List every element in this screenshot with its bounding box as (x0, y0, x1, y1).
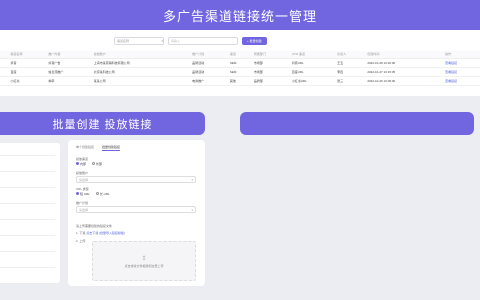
radio-dot-icon (92, 162, 96, 165)
url-type-label: URL 类型 (76, 187, 89, 191)
upload-dropzone[interactable]: ⇪ 点击或将文件拖拽到这里上传 (92, 241, 196, 281)
table-cell: 2022-10-27 10:15:35 (364, 67, 443, 77)
account-label: 投放账户 (76, 171, 89, 175)
column-header: 负责人 (334, 51, 365, 59)
column-header: 操作 (442, 51, 480, 59)
table-row[interactable]: 百度 信息流推广 北京某科技公司 品牌活动 SEM 市场部 百度URL 李四 2022-10-2… (0, 67, 480, 77)
column-header: 投放账户 (90, 51, 190, 59)
upload-icon: ⇪ (141, 255, 147, 262)
table-cell: 百度 (7, 67, 46, 77)
table-cell: 抖音 (7, 58, 46, 68)
tab-batch-create[interactable]: 批量创建链接 (102, 145, 121, 151)
batch-create-banner: 批量创建 投放链接 (0, 112, 205, 135)
table-cell: 品牌活动 (189, 58, 227, 68)
column-header: 创建时间 (364, 51, 443, 59)
link-table-panel: 渠道名称 ▾ 请输入 + 批量创建 渠道名称 推广内容 投放账户 推广计划 渠道 所属部门… (0, 30, 480, 96)
divider (0, 219, 55, 220)
table-cell: 李四 (334, 67, 365, 77)
table-cell: SEM (226, 67, 251, 77)
table-cell (0, 58, 8, 68)
column-header: UTM 渠道 (288, 51, 335, 59)
create-link-dialog: 单个创建链接 批量创建链接 投放渠道 内部 外部 投放账户 请选择 ▾ URL … (68, 140, 205, 286)
view-link-action[interactable]: 查看链接 (442, 58, 480, 68)
column-header: 所属部门 (250, 51, 289, 59)
table-cell: 品牌部 (250, 76, 289, 86)
upload-file-label: 请上传需要创建的链接文件 (76, 224, 113, 228)
divider (0, 203, 55, 204)
column-header: 推广计划 (189, 51, 227, 59)
table-row[interactable]: 小红书 种草 某某公司 电商推广 其他 品牌部 小红书URL 张三 2022-10-26 10:… (0, 76, 480, 86)
plan-select[interactable]: 请选择 ▾ (76, 206, 196, 213)
table-cell: 信息流推广 (45, 67, 91, 77)
table-cell: 小红书URL (288, 76, 335, 86)
table-cell: 小红书 (7, 76, 46, 86)
view-link-action[interactable]: 查看链接 (442, 76, 480, 86)
upload-hint: 点击或将文件拖拽到这里上传 (124, 263, 164, 268)
batch-create-title: 批量创建 投放链接 (52, 118, 153, 131)
table-cell: 种草 (45, 76, 91, 86)
table-cell: 上海市某营销科技有限公司 (90, 58, 190, 68)
radio-external[interactable]: 外部 (92, 162, 102, 166)
table-cell (0, 67, 8, 77)
view-link-action[interactable]: 查看链接 (442, 67, 480, 77)
radio-dot-icon (95, 192, 99, 195)
table-cell: 市场部 (250, 67, 289, 77)
chevron-down-icon: ▾ (191, 177, 193, 182)
table-cell: 抖音广告 (45, 58, 91, 68)
radio-dot-icon (76, 192, 79, 195)
search-row: 渠道名称 ▾ 请输入 + 批量创建 (114, 37, 267, 45)
url-type-radio-group: 短 URL 长 URL (76, 192, 110, 196)
download-template-link[interactable]: 点击下载 (批量导入链接模板) (86, 231, 125, 235)
table-cell: 抖音URL (288, 58, 335, 68)
column-header (0, 51, 8, 59)
channel-label: 投放渠道 (76, 157, 89, 161)
divider (0, 251, 55, 252)
chevron-down-icon: ▾ (191, 207, 193, 212)
table-cell: 张三 (334, 76, 365, 86)
channel-radio-group: 内部 外部 (76, 162, 102, 166)
divider (0, 155, 55, 156)
table-cell: 市场部 (250, 58, 289, 68)
tab-single-create[interactable]: 单个创建链接 (76, 145, 94, 151)
divider (0, 235, 55, 236)
batch-create-button[interactable]: + 批量创建 (242, 37, 267, 45)
table-cell: 其他 (226, 76, 251, 86)
link-table: 渠道名称 推广内容 投放账户 推广计划 渠道 所属部门 UTM 渠道 负责人 创建时间 操作 抖音… (0, 51, 480, 86)
column-header: 渠道 (226, 51, 251, 59)
radio-short-url[interactable]: 短 URL (76, 192, 90, 196)
divider (0, 187, 55, 188)
radio-internal[interactable]: 内部 (76, 162, 86, 166)
table-cell: 王五 (334, 58, 365, 68)
table-header-row: 渠道名称 推广内容 投放账户 推广计划 渠道 所属部门 UTM 渠道 负责人 创建时间 操作 (0, 51, 480, 59)
plan-label: 推广计划 (76, 201, 89, 205)
column-header: 渠道名称 (7, 51, 46, 59)
page-title: 多广告渠道链接统一管理 (162, 8, 317, 24)
divider (0, 171, 55, 172)
table-cell: 2022-10-28 10:40:00 (364, 58, 443, 68)
column-header: 推广内容 (45, 51, 91, 59)
radio-long-url[interactable]: 长 URL (95, 192, 110, 196)
download-step: 1. 下载 点击下载 (批量导入链接模板) (76, 231, 126, 235)
table-row[interactable]: 抖音 抖音广告 上海市某营销科技有限公司 品牌活动 SEM 市场部 抖音URL 王五 2022-… (0, 58, 480, 68)
table-cell: 百度URL (288, 67, 335, 77)
table-body: 抖音 抖音广告 上海市某营销科技有限公司 品牌活动 SEM 市场部 抖音URL 王五 2022-… (0, 58, 480, 86)
search-input[interactable]: 请输入 (168, 37, 238, 45)
divider (0, 267, 55, 268)
right-banner (240, 112, 474, 135)
radio-dot-icon (76, 162, 79, 165)
chevron-down-icon: ▾ (161, 39, 163, 43)
upload-step-label: 2. 上传 (76, 239, 86, 243)
account-select[interactable]: 请选择 ▾ (76, 176, 196, 183)
table-cell: 品牌活动 (189, 67, 227, 77)
channel-select[interactable]: 渠道名称 ▾ (114, 37, 164, 45)
table-cell: 某某公司 (90, 76, 190, 86)
table-cell: 2022-10-26 10:09:00 (364, 76, 443, 86)
table-cell: SEM (226, 58, 251, 68)
page-title-banner: 多广告渠道链接统一管理 (0, 0, 480, 30)
background-form-panel (0, 143, 60, 283)
table-cell (0, 76, 8, 86)
table-cell: 北京某科技公司 (90, 67, 190, 77)
table-cell: 电商推广 (189, 76, 227, 86)
dialog-tabs: 单个创建链接 批量创建链接 (76, 145, 121, 151)
